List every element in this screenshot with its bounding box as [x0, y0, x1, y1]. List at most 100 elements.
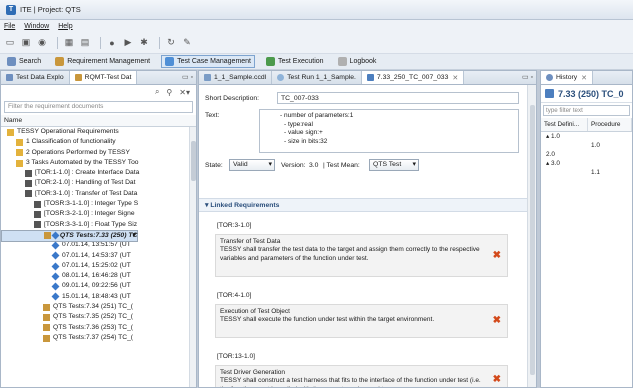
close-icon[interactable]: ✕ — [452, 74, 458, 82]
remove-link-icon[interactable]: ✖ — [493, 315, 501, 325]
tree-item[interactable]: 07.01.14, 15:25:02 (UT — [1, 261, 196, 271]
requirement-card: Execution of Test Object TESSY shall exe… — [215, 304, 508, 338]
grid-icon[interactable]: ▦ — [63, 37, 75, 49]
table-icon[interactable]: ▤ — [79, 37, 91, 49]
tab-sample-ccdl[interactable]: 1_1_Sample.ccdl — [199, 71, 273, 84]
perspective-logbook[interactable]: Logbook — [335, 56, 380, 67]
tree-item[interactable]: QTS Tests:7.35 (252) TC_( — [1, 312, 196, 322]
tree-item-label: QTS Tests:7.37 (254) TC_( — [53, 333, 134, 341]
cell-procedure: 1.0 — [590, 142, 600, 149]
doc-icon — [34, 221, 41, 229]
tab-test-case[interactable]: 7.33_250_TC_007_033 ✕ — [361, 71, 465, 84]
scrollbar-thumb[interactable] — [530, 105, 535, 375]
perspective-test-case-management[interactable]: Test Case Management — [161, 55, 256, 68]
tree-item[interactable]: 07.01.14, 14:53:37 (UT — [1, 251, 196, 261]
table-row[interactable]: 1.0 — [541, 141, 632, 150]
cell-test-definition — [541, 141, 588, 150]
tree-item[interactable]: [TOR:2-1.0] : Handling of Test Dat — [1, 178, 196, 188]
run-icon — [51, 282, 60, 291]
debug-icon[interactable]: ✱ — [138, 37, 150, 49]
remove-link-icon[interactable]: ✖ — [493, 250, 501, 260]
tree-item[interactable]: > QTS Tests:7.33 (250) TC — [1, 229, 139, 242]
cell-procedure — [588, 150, 632, 159]
link-icon[interactable]: ⚲ — [166, 88, 172, 97]
save-icon[interactable]: ▣ — [20, 37, 32, 49]
test-mean-select[interactable]: QTS Test — [369, 159, 419, 171]
perspective-search[interactable]: Search — [4, 56, 44, 67]
column-procedure[interactable]: Procedure — [588, 118, 632, 131]
tab-rqmt-test-data[interactable]: RQMT-Test Dat — [69, 71, 138, 84]
menu-window[interactable]: Window — [24, 23, 49, 30]
tree-item[interactable]: 15.01.14, 18:48:43 (UT — [1, 292, 196, 302]
short-description-input[interactable]: TC_007-033 — [277, 92, 519, 104]
app-logo-icon: T — [6, 4, 16, 15]
requirement-filter-input[interactable]: Filter the requirement documents — [4, 101, 193, 113]
table-row[interactable]: 1.1 — [541, 168, 632, 177]
history-filter-input[interactable]: type filter text — [543, 105, 630, 116]
tree-item[interactable]: TESSY Operational Requirements — [1, 127, 196, 137]
text-line: - type:real — [284, 120, 313, 128]
tree-item[interactable]: [TOSR:3-2-1.0] : Integer Signe — [1, 209, 196, 219]
text-area[interactable]: - number of parameters:1 - type:real - v… — [259, 109, 519, 153]
close-icon[interactable]: ✕▾ — [179, 88, 190, 97]
tree-item-label: [TOSR:3-1-1.0] : Integer Type S — [44, 200, 139, 208]
refresh-icon[interactable]: ↻ — [165, 37, 177, 49]
run-icon — [51, 262, 60, 270]
run-icon — [51, 272, 60, 281]
tree-item[interactable]: 2 Operations Performed by TESSY — [1, 148, 196, 158]
tree-item[interactable]: 09.01.14, 09:22:56 (UT — [1, 281, 196, 291]
tree-item[interactable]: 08.01.14, 16:46:28 (UT — [1, 271, 196, 281]
perspective-requirement-management[interactable]: Requirement Management — [52, 56, 153, 67]
tree-item[interactable]: [TOR:1-1.0] : Create Interface Data — [1, 168, 196, 178]
tree-column-header[interactable]: Name — [1, 115, 196, 127]
tree-item[interactable]: QTS Tests:7.34 (251) TC_( — [1, 302, 196, 312]
perspective-test-execution[interactable]: Test Execution — [263, 56, 327, 67]
tree-item[interactable]: [TOSR:3-3-1.0] : Float Type Siz — [1, 220, 196, 230]
editor-content: Short Description: TC_007-033 Text: - nu… — [199, 85, 528, 387]
new-icon[interactable]: ▭ — [4, 37, 16, 49]
left-panel-tools: ⌕ ⚲ ✕▾ — [1, 85, 196, 99]
record-icon[interactable]: ● — [106, 37, 118, 49]
close-icon[interactable]: ✕ — [581, 74, 587, 82]
table-row[interactable]: ▴ 1.0 — [541, 132, 632, 141]
table-row[interactable]: ▴ 3.0 — [541, 159, 632, 168]
open-icon[interactable]: ◉ — [36, 37, 48, 49]
menu-help[interactable]: Help — [58, 23, 72, 30]
tree-item[interactable]: QTS Tests:7.37 (254) TC_( — [1, 333, 196, 343]
logbook-icon — [337, 57, 347, 66]
tree-item[interactable]: [TOR:3-1.0] : Transfer of Test Data — [1, 189, 196, 199]
window-title: ITE | Project: QTS — [20, 5, 81, 14]
scrollbar-thumb[interactable] — [191, 141, 196, 181]
cell-test-definition — [541, 168, 588, 177]
wand-icon[interactable]: ✎ — [181, 37, 193, 49]
menu-file[interactable]: File — [4, 23, 15, 30]
test-icon — [44, 232, 51, 240]
run-icon[interactable]: ▶ — [122, 37, 134, 49]
tab-test-data-explorer[interactable]: Test Data Explo — [1, 71, 70, 84]
doc-icon — [25, 190, 32, 198]
linked-requirements-section[interactable]: ▾ Linked Requirements — [199, 198, 528, 212]
left-tab-row: Test Data Explo RQMT-Test Dat ▭ ▫ — [1, 71, 196, 85]
search-icon[interactable]: ⌕ — [155, 87, 159, 97]
tree-scrollbar[interactable] — [189, 127, 196, 387]
remove-link-icon[interactable]: ✖ — [493, 374, 501, 384]
minimize-maximize-icon[interactable]: ▭ ▫ — [522, 73, 533, 81]
tree-item[interactable]: 3 Tasks Automated by the TESSY Too — [1, 158, 196, 168]
minimize-maximize-icon[interactable]: ▭ ▫ — [182, 73, 193, 81]
tree-item-label: 2 Operations Performed by TESSY — [26, 148, 130, 156]
column-test-definition[interactable]: Test Defini... — [541, 118, 588, 131]
tree-item[interactable]: QTS Tests:7.36 (253) TC_( — [1, 323, 196, 333]
state-select[interactable]: Valid — [229, 159, 275, 171]
editor-scrollbar[interactable] — [527, 85, 536, 387]
tree-item[interactable]: 1 Classification of functionality — [1, 137, 196, 147]
table-row[interactable]: 2.0 — [541, 150, 632, 159]
editor-tab-row: 1_1_Sample.ccdl Test Run 1_1_Sample. 7.3… — [199, 71, 536, 85]
history-tab-row: History ✕ — [541, 71, 632, 85]
tree-item[interactable]: [TOSR:3-1-1.0] : Integer Type S — [1, 199, 196, 209]
requirement-id: [TOR:3-1.0] — [217, 222, 252, 229]
tree-item-label: [TOSR:3-2-1.0] : Integer Signe — [44, 210, 135, 218]
tab-test-run[interactable]: Test Run 1_1_Sample. — [272, 71, 362, 84]
tab-history[interactable]: History ✕ — [541, 71, 594, 84]
run-icon — [51, 292, 60, 301]
test-case-editor-panel: 1_1_Sample.ccdl Test Run 1_1_Sample. 7.3… — [198, 70, 537, 388]
